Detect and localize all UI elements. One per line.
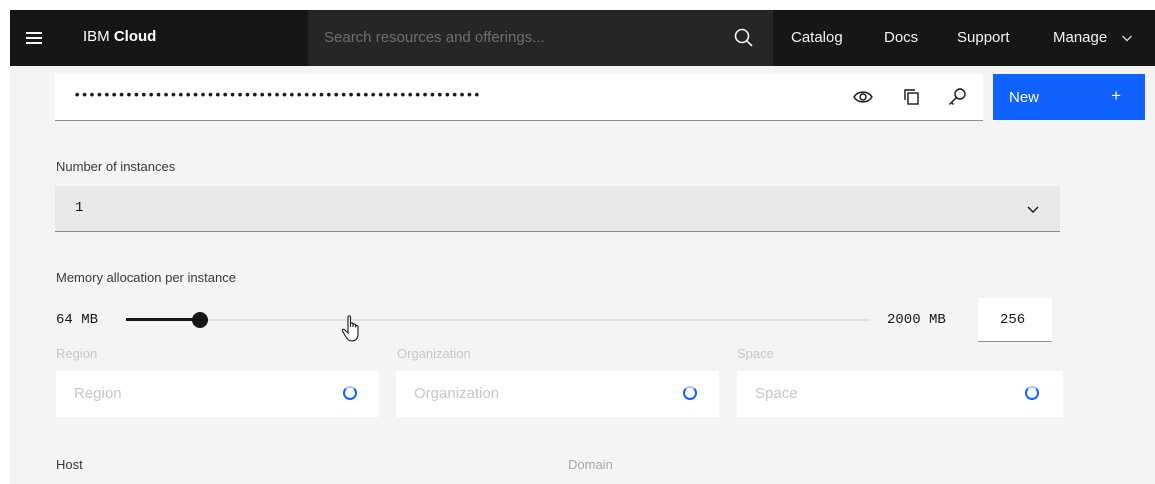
nav-catalog-link[interactable]: Catalog: [791, 29, 843, 46]
instances-value: 1: [75, 200, 84, 216]
space-label: Space: [737, 346, 774, 361]
new-button-label: New: [1009, 89, 1040, 106]
chevron-down-icon[interactable]: [1121, 32, 1133, 44]
hamburger-menu-icon[interactable]: [22, 26, 46, 50]
brand-logo[interactable]: IBM Cloud: [83, 28, 156, 45]
password-field[interactable]: ••••••••••••••••••••••••••••••••••••••••…: [55, 74, 983, 121]
region-label: Region: [56, 346, 98, 361]
loading-spinner-icon: [343, 386, 357, 400]
instances-label: Number of instances: [56, 159, 176, 174]
new-button[interactable]: New +: [993, 74, 1145, 120]
nav-docs-link[interactable]: Docs: [884, 29, 918, 46]
memory-value-input[interactable]: 256: [978, 298, 1052, 342]
copy-icon[interactable]: [901, 86, 923, 108]
loading-spinner-icon: [1025, 386, 1039, 400]
memory-max-label: 2000 MB: [887, 312, 946, 328]
memory-slider-thumb[interactable]: [192, 312, 208, 328]
nav-manage-menu[interactable]: Manage: [1053, 29, 1107, 46]
search-placeholder: Search resources and offerings...: [324, 29, 545, 46]
loading-spinner-icon: [683, 386, 697, 400]
brand-name: Cloud: [113, 28, 157, 45]
memory-label: Memory allocation per instance: [56, 270, 236, 285]
memory-slider[interactable]: [126, 312, 870, 328]
region-placeholder: Region: [74, 385, 122, 402]
space-placeholder: Space: [755, 385, 798, 402]
top-header: IBM Cloud Search resources and offerings…: [10, 10, 1155, 66]
password-masked-value: ••••••••••••••••••••••••••••••••••••••••…: [73, 88, 481, 104]
memory-slider-fill: [126, 318, 200, 321]
organization-placeholder: Organization: [414, 385, 500, 402]
hand-cursor-icon: [341, 315, 359, 342]
brand-prefix: IBM: [83, 28, 110, 45]
plus-icon: +: [1111, 86, 1121, 105]
key-icon[interactable]: [946, 86, 968, 108]
eye-icon[interactable]: [852, 86, 874, 108]
search-icon[interactable]: [732, 26, 756, 50]
domain-label: Domain: [568, 457, 613, 472]
search-input[interactable]: Search resources and offerings...: [308, 10, 773, 66]
memory-min-label: 64 MB: [56, 312, 99, 328]
organization-select[interactable]: Organization: [396, 371, 719, 417]
region-select[interactable]: Region: [56, 371, 379, 417]
instances-select[interactable]: 1: [55, 186, 1060, 232]
host-label: Host: [56, 457, 83, 472]
chevron-down-icon: [1027, 206, 1039, 213]
space-select[interactable]: Space: [737, 371, 1063, 417]
nav-support-link[interactable]: Support: [957, 29, 1010, 46]
memory-value: 256: [1000, 312, 1026, 328]
organization-label: Organization: [397, 346, 471, 361]
